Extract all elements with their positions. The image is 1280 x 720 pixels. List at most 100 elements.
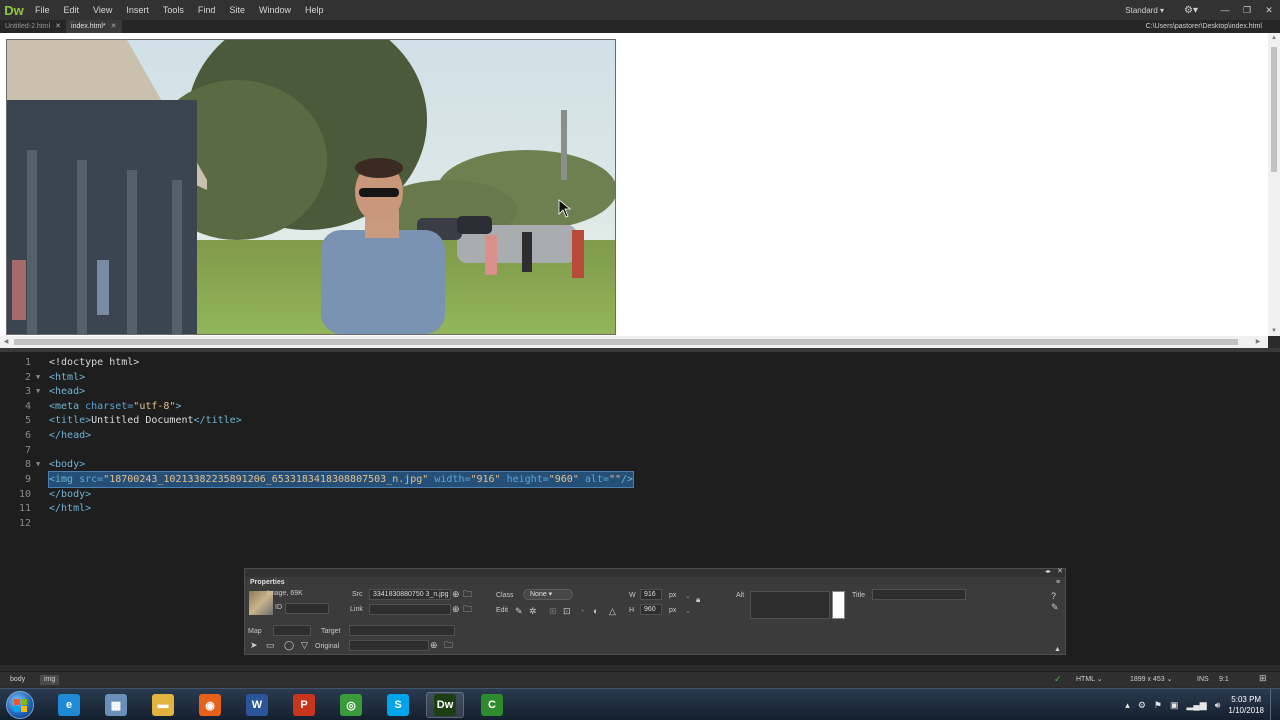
close-button[interactable]: ✕ — [1258, 5, 1280, 16]
help-icon[interactable]: ? — [1051, 591, 1056, 601]
network-settings-icon[interactable]: ⚙ — [1138, 700, 1146, 711]
taskbar-firefox-button[interactable]: ◉ — [191, 692, 229, 718]
code-line[interactable]: 7 — [0, 443, 1280, 458]
folder-icon[interactable]: 🗀 — [444, 640, 453, 650]
code-line[interactable]: 2 ▼ <html> — [0, 370, 1280, 385]
start-button[interactable] — [6, 691, 34, 719]
tag-selector-img[interactable]: img — [40, 675, 60, 685]
scroll-right-icon[interactable]: ▶ — [1252, 336, 1264, 348]
wifi-icon[interactable]: ▂▄▆ — [1187, 700, 1207, 711]
width-unit[interactable]: px — [669, 592, 676, 599]
pointer-hotspot-icon[interactable]: ➤ — [250, 640, 258, 650]
alt-scrollbar[interactable] — [832, 591, 845, 619]
menu-help[interactable]: Help — [298, 0, 331, 20]
code-line[interactable]: 10 </body> — [0, 487, 1280, 502]
expand-panel-icon[interactable]: ▲ — [1054, 645, 1061, 655]
window-size-select[interactable]: 1899 x 453 ⌄ — [1130, 675, 1172, 685]
code-line[interactable]: 3 ▼ <head> — [0, 384, 1280, 399]
quick-edit-icon[interactable]: ✎ — [1051, 602, 1059, 612]
class-select[interactable]: None ▾ — [523, 589, 573, 600]
sharpen-icon[interactable]: △ — [609, 606, 616, 616]
alt-input[interactable] — [750, 591, 830, 619]
menu-file[interactable]: File — [28, 0, 57, 20]
fold-arrow-icon[interactable]: ▼ — [36, 370, 44, 385]
edit-settings-icon[interactable]: ✲ — [529, 606, 537, 616]
height-unit[interactable]: px — [669, 607, 676, 614]
close-icon[interactable]: ✕ — [55, 20, 61, 33]
scroll-down-icon[interactable]: ▼ — [1268, 328, 1280, 334]
code-line[interactable]: 12 — [0, 516, 1280, 531]
taskbar-skype-button[interactable]: S — [379, 692, 417, 718]
collapse-panel-icon[interactable]: ◂▸ — [1045, 567, 1051, 577]
close-icon[interactable]: ✕ — [1057, 567, 1063, 577]
contrast-icon[interactable]: ◐ — [593, 606, 598, 616]
width-input[interactable]: 916 — [640, 589, 662, 600]
menu-site[interactable]: Site — [222, 0, 252, 20]
folder-icon[interactable]: 🗀 — [463, 589, 472, 599]
show-desktop-button[interactable] — [1270, 689, 1280, 720]
panel-menu-icon[interactable]: ≡ — [1056, 578, 1060, 588]
insert-mode[interactable]: INS — [1197, 675, 1209, 685]
taskbar-chrome-button[interactable]: ◎ — [332, 692, 370, 718]
menu-tools[interactable]: Tools — [156, 0, 191, 20]
tab-index[interactable]: index.html* ✕ — [66, 20, 122, 33]
show-hidden-icons-icon[interactable]: ▴ — [1125, 700, 1130, 711]
chevron-down-icon[interactable]: ⌄ — [685, 592, 691, 600]
taskbar-file-explorer-button[interactable]: ▬ — [144, 692, 182, 718]
action-center-icon[interactable]: ⚑ — [1154, 700, 1162, 711]
minimize-button[interactable]: — — [1214, 5, 1236, 15]
folder-icon[interactable]: 🗀 — [463, 604, 472, 614]
id-input[interactable] — [285, 603, 329, 614]
fold-arrow-icon[interactable]: ▼ — [36, 384, 44, 399]
taskbar-internet-explorer-button[interactable]: e — [50, 692, 88, 718]
crop-icon[interactable]: ⊡ — [563, 606, 571, 616]
title-input[interactable] — [872, 589, 966, 600]
src-input[interactable]: 3341830880750 3_n.jpg — [369, 589, 451, 600]
original-input[interactable] — [349, 640, 429, 651]
gear-icon[interactable]: ⚙▾ — [1184, 5, 1198, 16]
clock[interactable]: 5:03 PM 1/10/2018 — [1228, 694, 1264, 716]
resample-icon[interactable]: ⊞ — [549, 606, 557, 616]
page-image[interactable] — [6, 39, 616, 335]
scrollbar-thumb[interactable] — [14, 339, 1238, 345]
menu-insert[interactable]: Insert — [119, 0, 156, 20]
target-select[interactable] — [349, 625, 455, 636]
workspace-switcher[interactable]: Standard ▾ — [1125, 6, 1164, 15]
code-line[interactable]: 8 ▼ <body> — [0, 457, 1280, 472]
link-input[interactable] — [369, 604, 451, 615]
menu-window[interactable]: Window — [252, 0, 298, 20]
circle-hotspot-icon[interactable]: ◯ — [284, 640, 294, 650]
live-view-toggle-icon[interactable]: ⊞ — [1259, 673, 1267, 683]
taskbar-dreamweaver-button[interactable]: Dw — [426, 692, 464, 718]
code-line[interactable]: 4 <meta charset="utf-8"> — [0, 399, 1280, 414]
tag-selector-body[interactable]: body — [6, 675, 29, 685]
menu-find[interactable]: Find — [191, 0, 223, 20]
fold-arrow-icon[interactable]: ▼ — [36, 457, 44, 472]
brightness-icon[interactable]: ◔ — [579, 606, 584, 616]
code-line-selected[interactable]: 9 <img src="18700243_10213382235891206_6… — [0, 471, 1280, 488]
scrollbar-thumb[interactable] — [1271, 47, 1277, 172]
code-line[interactable]: 11 </html> — [0, 501, 1280, 516]
taskbar-powerpoint-button[interactable]: P — [285, 692, 323, 718]
point-to-file-icon[interactable]: ⊕ — [452, 589, 460, 599]
display-icon[interactable]: ▣ — [1170, 700, 1179, 711]
volume-icon[interactable]: 🔊︎ — [1215, 700, 1221, 711]
taskbar-windows-explorer-library-button[interactable]: ▦ — [97, 692, 135, 718]
chevron-down-icon[interactable]: ⌄ — [685, 607, 691, 615]
menu-edit[interactable]: Edit — [57, 0, 87, 20]
point-to-file-icon[interactable]: ⊕ — [430, 640, 438, 650]
edit-pencil-icon[interactable]: ✎ — [515, 606, 523, 616]
taskbar-word-button[interactable]: W — [238, 692, 276, 718]
live-view-vertical-scrollbar[interactable]: ▲ ▼ — [1268, 33, 1280, 336]
code-line[interactable]: 6 </head> — [0, 428, 1280, 443]
map-name-input[interactable] — [273, 625, 311, 636]
lock-icon[interactable]: 🔒︎ — [696, 595, 700, 605]
tab-untitled-2[interactable]: Untitled-2.html ✕ — [0, 20, 66, 33]
no-errors-icon[interactable]: ✓ — [1054, 674, 1062, 684]
point-to-file-icon[interactable]: ⊕ — [452, 604, 460, 614]
menu-view[interactable]: View — [86, 0, 119, 20]
scroll-left-icon[interactable]: ◀ — [0, 336, 12, 348]
restore-button[interactable]: ❐ — [1236, 5, 1258, 16]
code-line[interactable]: 5 <title>Untitled Document</title> — [0, 413, 1280, 428]
rectangle-hotspot-icon[interactable]: ▭ — [266, 640, 275, 650]
